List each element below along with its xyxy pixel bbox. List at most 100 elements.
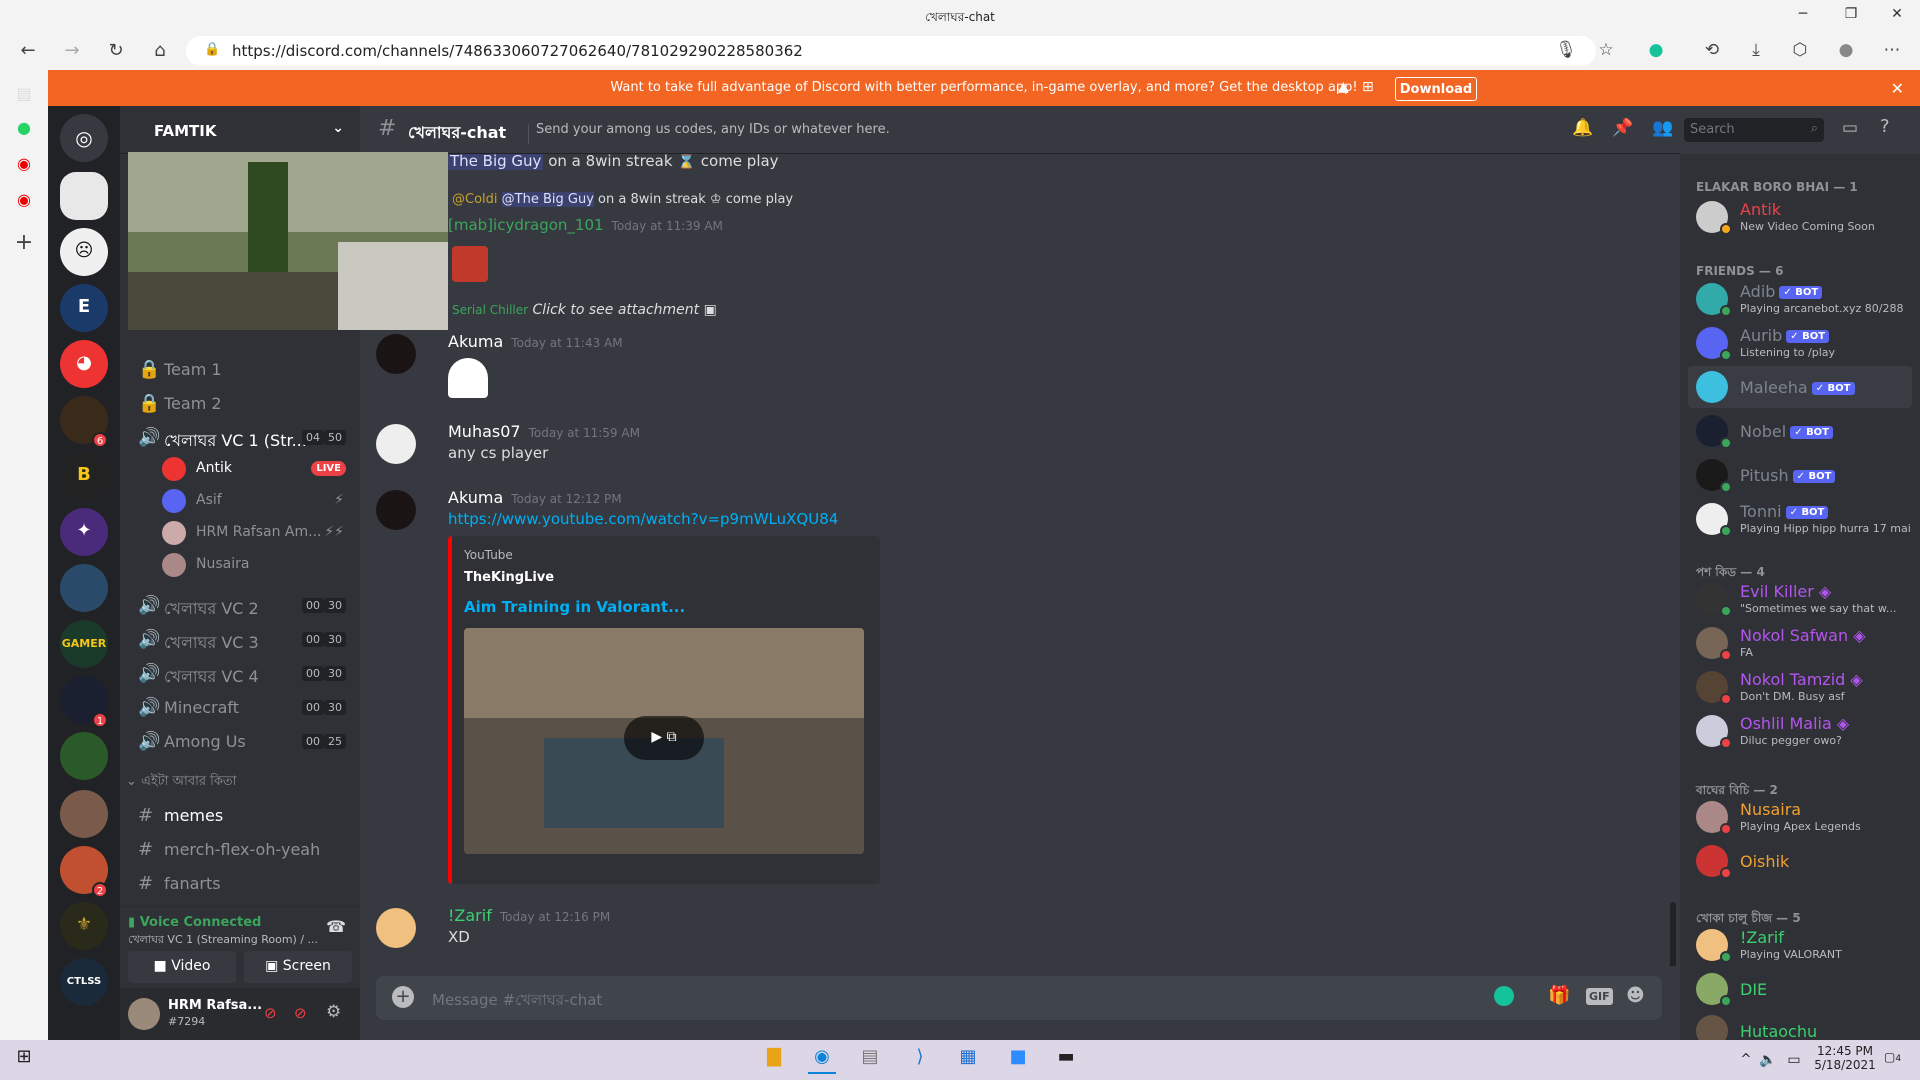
voice-channel-vc3[interactable]: 🔊 খেলাঘর VC 3 00 30 [128,624,352,656]
avatar[interactable] [376,424,416,464]
reload-icon[interactable]: ↻ [104,40,128,61]
voice-user[interactable]: Antik LIVE [162,454,352,484]
video-thumbnail[interactable]: ▶ ⧉ [464,628,864,854]
app-icon[interactable]: ▤ [856,1046,884,1074]
emoji-icon[interactable]: ☻ [1626,985,1645,1006]
member-item[interactable]: Pitush ✓ BOT [1688,454,1912,496]
back-icon[interactable]: ← [16,40,40,61]
message-author[interactable]: Muhas07 Today at 11:59 AM [448,422,640,441]
channel-fanarts[interactable]: # fanarts [128,868,352,900]
member-item[interactable]: Evil Killer ◈ "Sometimes we say that w... [1688,578,1912,620]
history-icon[interactable]: ⟲ [1700,40,1724,60]
video-button[interactable]: ■ Video [128,951,236,983]
server-icon-1[interactable] [60,172,108,220]
voice-channel-vc4[interactable]: 🔊 খেলাঘর VC 4 00 30 [128,658,352,690]
grammarly-icon[interactable]: ● [1644,40,1668,60]
voice-channel-minecraft[interactable]: 🔊 Minecraft 00 30 [128,692,352,724]
member-item[interactable]: !Zarif Playing VALORANT [1688,924,1912,966]
maximize-button[interactable]: ❐ [1828,6,1874,22]
favorites-icon[interactable]: ☆ [1594,40,1618,60]
server-icon-7[interactable]: ✦ [60,508,108,556]
menu-icon[interactable]: ⋯ [1880,40,1904,60]
screen-share-button[interactable]: ▣ Screen [244,951,352,983]
help-icon[interactable]: ? [1880,116,1890,137]
vscode-icon[interactable]: ⟩ [906,1046,934,1074]
home-icon[interactable]: ⌂ [148,40,172,61]
member-item[interactable]: DIE [1688,968,1912,1010]
member-item[interactable]: Nokol Tamzid ◈ Don't DM. Busy asf [1688,666,1912,708]
reply-preview[interactable]: @Coldi @The Big Guy on a 8win streak ♔ c… [452,192,793,207]
channel-team-2[interactable]: 🔒 Team 2 [128,388,352,420]
members-icon[interactable]: 👥 [1652,118,1673,138]
server-icon-6[interactable]: B [60,452,108,500]
windows-start-icon[interactable]: ⊞ [10,1046,38,1074]
extensions-icon[interactable]: ⬡ [1788,40,1812,60]
member-item[interactable]: Tonni ✓ BOT Playing Hipp hipp hurra 17 mai… [1688,498,1912,540]
record-icon-2[interactable]: ◉ [12,190,36,214]
download-icon[interactable]: ⤓ [1744,40,1768,60]
store-icon[interactable]: ▦ [954,1046,982,1074]
member-item[interactable]: Adib ✓ BOT Playing arcanebot.xyz 80/288 [1688,278,1912,320]
gear-icon[interactable]: ⚙ [326,1002,341,1022]
terminal-icon[interactable]: ▬ [1052,1046,1080,1074]
message-link[interactable]: https://www.youtube.com/watch?v=p9mWLuXQ… [448,510,838,528]
message-input[interactable]: + Message #খেলাঘর-chat 🎁 GIF ☻ [376,976,1662,1020]
server-icon-12[interactable] [60,790,108,838]
server-icon-3[interactable]: E [60,284,108,332]
scrollbar[interactable] [1670,902,1676,966]
zoom-icon[interactable]: ■ [1004,1046,1032,1074]
whatsapp-icon[interactable]: ● [12,118,36,142]
microphone-icon[interactable]: 🎙 [1554,40,1578,60]
server-icon-14[interactable]: ⚜ [60,902,108,950]
clock[interactable]: 12:45 PM 5/18/2021 [1814,1044,1876,1072]
avatar[interactable] [376,490,416,530]
avatar[interactable] [128,998,160,1030]
inbox-icon[interactable]: ▭ [1842,118,1858,138]
profile-icon[interactable]: ● [1834,40,1858,60]
record-icon[interactable]: ◉ [12,154,36,178]
close-window-button[interactable]: ✕ [1874,6,1920,22]
server-icon-9[interactable]: GAMER [60,620,108,668]
download-button[interactable]: Download [1395,77,1477,101]
avatar[interactable] [376,908,416,948]
stream-preview[interactable] [128,152,448,330]
gif-icon[interactable]: GIF [1586,988,1613,1005]
avatar[interactable] [376,334,416,374]
volume-icon[interactable]: 🔈 [1754,1052,1782,1080]
member-item[interactable]: Aurib ✓ BOT Listening to /play [1688,322,1912,364]
server-header[interactable]: FAMTIK ⌄ [120,106,360,154]
message-author[interactable]: Akuma Today at 12:12 PM [448,488,622,507]
disconnect-icon[interactable]: ☎ [326,917,346,936]
embed-author[interactable]: TheKingLive [464,570,554,585]
server-icon-15[interactable]: CTLSS [60,958,108,1006]
embed-title[interactable]: Aim Training in Valorant... [464,598,685,616]
minimize-button[interactable]: ─ [1780,6,1826,22]
discord-home-icon[interactable]: ◎ [60,114,108,162]
member-item[interactable]: Oshlil Malia ◈ Diluc pegger owo? [1688,710,1912,752]
channel-team-1[interactable]: 🔒 Team 1 [128,354,352,386]
file-explorer-icon[interactable]: ▇ [760,1046,788,1074]
voice-channel-vc1[interactable]: 🔊 খেলাঘর VC 1 (Str... 04 50 [128,422,352,454]
voice-channel-among-us[interactable]: 🔊 Among Us 00 25 [128,726,352,758]
pin-icon[interactable]: 📌 [1612,118,1633,138]
edge-icon[interactable]: ◉ [808,1046,836,1074]
member-item[interactable]: Oishik [1688,840,1912,882]
mute-icon[interactable]: ⊘ [264,1004,277,1022]
close-banner-icon[interactable]: ✕ [1891,79,1904,98]
add-icon[interactable]: + [12,230,36,255]
voice-user[interactable]: Asif ⚡ [162,486,352,516]
deafen-icon[interactable]: ⊘ [294,1004,307,1022]
voice-user[interactable]: Nusaira [162,550,352,580]
channel-memes[interactable]: # memes [128,800,352,832]
member-item[interactable]: Maleeha ✓ BOT [1688,366,1912,408]
voice-channel-vc2[interactable]: 🔊 খেলাঘর VC 2 00 30 [128,590,352,622]
voice-user[interactable]: HRM Rafsan Am... ⚡⚡ [162,518,352,548]
server-icon-11[interactable] [60,732,108,780]
member-item[interactable]: Nokol Safwan ◈ FA [1688,622,1912,664]
attachment-reply[interactable]: Serial Chiller Click to see attachment ▣ [452,302,717,318]
message-author[interactable]: Akuma Today at 11:43 AM [448,332,623,351]
member-item[interactable]: Nobel ✓ BOT [1688,410,1912,452]
server-icon-8[interactable] [60,564,108,612]
tabs-icon[interactable]: ▤ [12,84,36,108]
server-icon-4[interactable]: ◕ [60,340,108,388]
